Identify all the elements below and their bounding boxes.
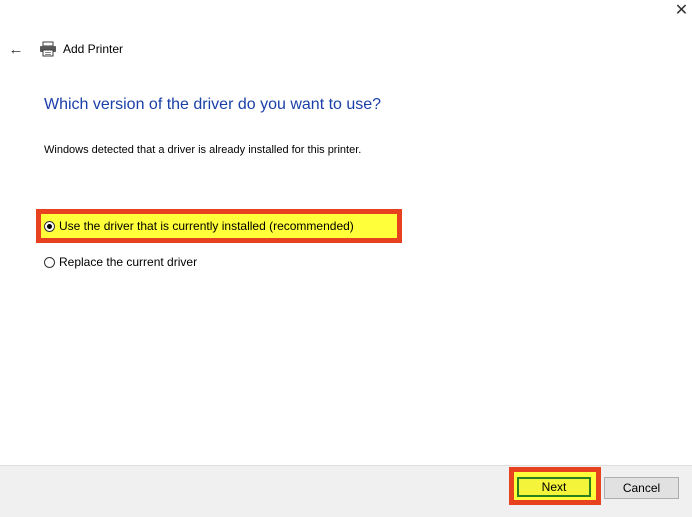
cancel-button[interactable]: Cancel (604, 477, 679, 499)
option-replace-driver[interactable]: Replace the current driver (44, 255, 197, 269)
window-title: Add Printer (63, 42, 124, 56)
close-icon[interactable]: ✕ (671, 0, 692, 22)
title-bar: ← Add Printer (8, 39, 124, 59)
option-label: Use the driver that is currently install… (59, 219, 354, 233)
back-arrow-icon[interactable]: ← (8, 41, 24, 58)
page-heading: Which version of the driver do you want … (44, 96, 382, 113)
page-description: Windows detected that a driver is alread… (44, 144, 362, 156)
option-use-installed-driver[interactable]: Use the driver that is currently install… (44, 219, 354, 233)
printer-icon (40, 41, 56, 57)
radio-checked[interactable] (44, 220, 55, 232)
next-button[interactable]: Next (517, 477, 591, 497)
radio-unchecked[interactable] (44, 256, 55, 268)
option-label: Replace the current driver (59, 255, 198, 269)
